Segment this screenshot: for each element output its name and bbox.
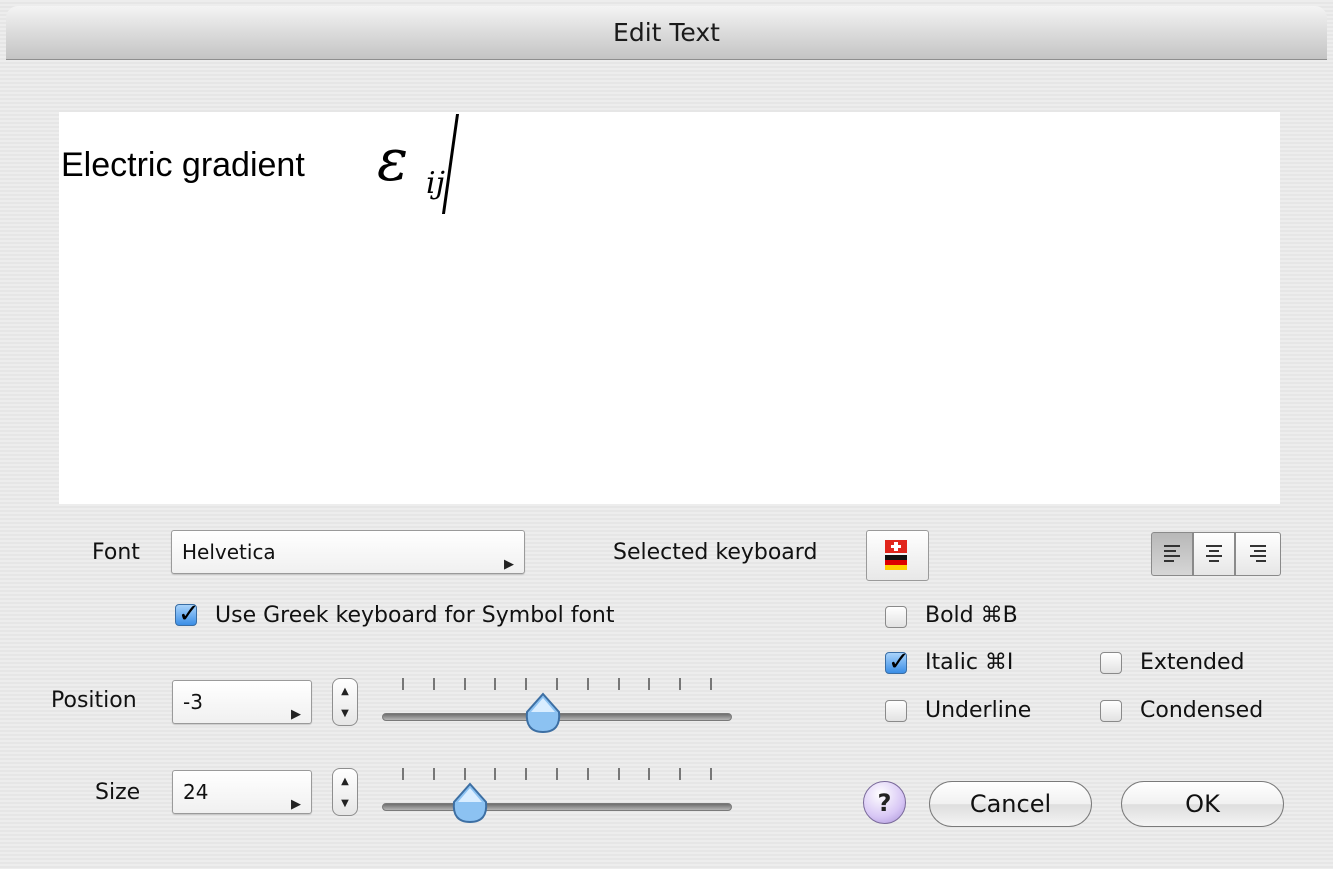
extended-checkbox[interactable] — [1100, 652, 1122, 674]
slider-tick — [525, 678, 528, 690]
window-title: Edit Text — [6, 6, 1327, 60]
greek-keyboard-label: Use Greek keyboard for Symbol font — [215, 603, 615, 628]
greek-keyboard-checkbox[interactable]: ✓ — [175, 599, 200, 629]
slider-tick — [494, 768, 497, 780]
edit-subscript: ij — [426, 166, 445, 201]
slider-tick — [710, 768, 712, 780]
italic-checkbox[interactable]: ✓ — [885, 647, 910, 677]
size-slider-thumb[interactable] — [450, 782, 490, 826]
slider-tick — [402, 768, 404, 780]
slider-tick — [679, 678, 682, 690]
bold-checkbox[interactable] — [885, 606, 907, 628]
cancel-button[interactable]: Cancel — [929, 781, 1092, 827]
stepper-up-icon[interactable]: ▲ — [333, 680, 357, 703]
slider-tick — [494, 678, 497, 690]
stepper-up-icon[interactable]: ▲ — [333, 770, 357, 793]
size-stepper[interactable]: ▲ ▼ — [332, 768, 358, 816]
slider-tick — [710, 678, 712, 690]
size-slider-track[interactable] — [382, 803, 732, 811]
align-left-button[interactable] — [1151, 532, 1193, 576]
edit-symbol-glyph: ε — [377, 126, 409, 194]
size-value: 24 — [183, 780, 209, 804]
size-label: Size — [95, 780, 141, 805]
stepper-down-icon[interactable]: ▼ — [333, 792, 357, 815]
slider-tick — [463, 678, 466, 690]
slider-tick — [556, 678, 558, 690]
align-left-icon — [1164, 545, 1180, 562]
ok-button[interactable]: OK — [1121, 781, 1284, 827]
position-value: -3 — [183, 690, 203, 714]
underline-checkbox[interactable] — [885, 700, 907, 722]
bold-label: Bold ⌘B — [925, 603, 1018, 628]
swiss-german-flag-icon — [885, 540, 907, 570]
align-right-button[interactable] — [1235, 532, 1281, 576]
popup-arrow-icon: ▶ — [291, 797, 301, 812]
slider-tick — [463, 768, 466, 780]
slider-tick — [402, 678, 404, 690]
position-label: Position — [51, 688, 137, 713]
slider-tick — [648, 768, 651, 780]
font-label: Font — [92, 540, 140, 565]
popup-arrow-icon: ▶ — [504, 557, 514, 572]
popup-arrow-icon: ▶ — [291, 707, 301, 722]
size-popup[interactable]: 24 ▶ — [172, 770, 312, 814]
slider-tick — [586, 768, 589, 780]
slider-tick — [556, 768, 558, 780]
stepper-down-icon[interactable]: ▼ — [333, 702, 357, 725]
selected-keyboard-label: Selected keyboard — [613, 540, 818, 565]
slider-tick — [586, 678, 589, 690]
slider-tick — [679, 768, 682, 780]
checkmark-icon: ✓ — [888, 647, 910, 677]
slider-tick — [617, 768, 620, 780]
slider-tick — [525, 768, 528, 780]
slider-tick — [432, 768, 435, 780]
align-right-icon — [1250, 545, 1266, 562]
underline-label: Underline — [925, 698, 1032, 723]
keyboard-button[interactable] — [866, 530, 929, 581]
position-stepper[interactable]: ▲ ▼ — [332, 678, 358, 726]
slider-tick — [432, 678, 435, 690]
font-popup[interactable]: Helvetica ▶ — [171, 530, 525, 574]
font-popup-value: Helvetica — [182, 540, 276, 564]
text-edit-area[interactable]: Electric gradient ε ij — [59, 112, 1280, 504]
condensed-checkbox[interactable] — [1100, 700, 1122, 722]
align-center-icon — [1206, 545, 1222, 562]
position-ticks — [402, 678, 712, 692]
help-button[interactable]: ? — [863, 781, 906, 824]
slider-tick — [648, 678, 651, 690]
text-caret — [441, 114, 460, 214]
extended-label: Extended — [1140, 650, 1245, 675]
slider-tick — [617, 678, 620, 690]
checkmark-icon: ✓ — [178, 599, 200, 629]
italic-label: Italic ⌘I — [925, 650, 1014, 675]
position-popup[interactable]: -3 ▶ — [172, 680, 312, 724]
position-slider-thumb[interactable] — [523, 692, 563, 736]
edit-text-content: Electric gradient — [61, 146, 305, 184]
size-ticks — [402, 768, 712, 782]
align-center-button[interactable] — [1193, 532, 1235, 576]
edit-text-dialog: Edit Text Electric gradient ε ij Font He… — [0, 0, 1333, 869]
condensed-label: Condensed — [1140, 698, 1264, 723]
